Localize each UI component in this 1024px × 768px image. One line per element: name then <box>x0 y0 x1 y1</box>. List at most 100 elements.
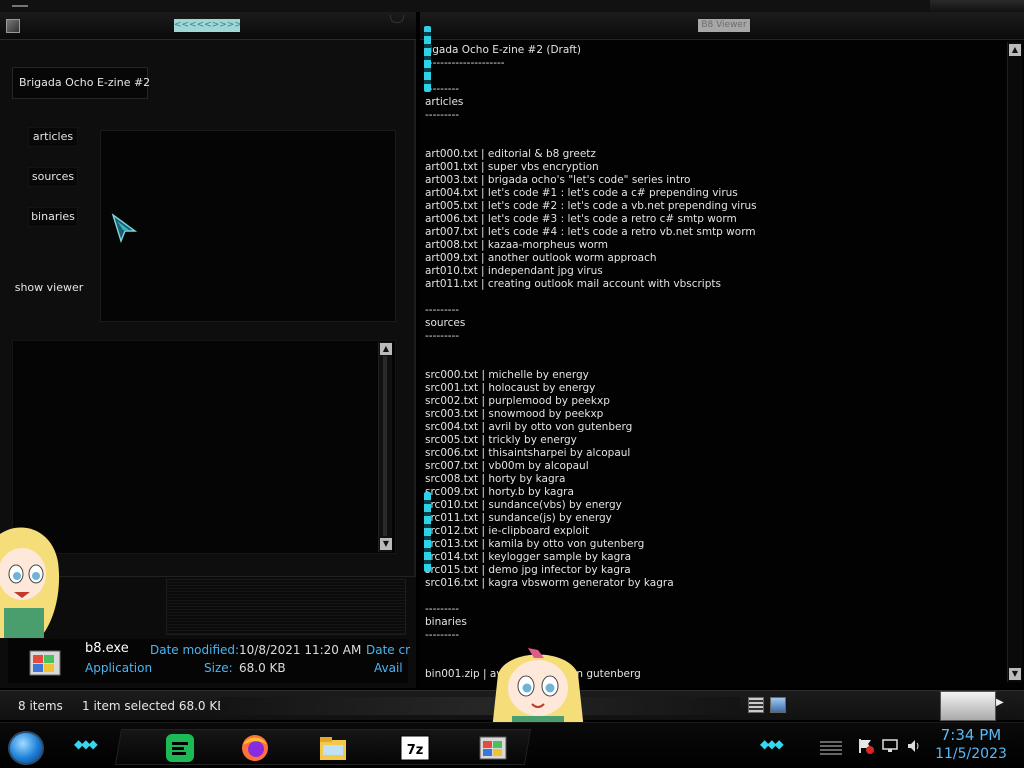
network-icon[interactable] <box>882 738 898 754</box>
firefox-icon[interactable] <box>240 733 270 763</box>
viewer-text-line: --------- <box>425 304 460 316</box>
viewer-text-line: --------- <box>425 330 460 342</box>
items-count: 8 items <box>18 699 63 713</box>
viewer-text-line <box>425 343 1007 356</box>
viewer-text-line: art007.txt | let's code #4 : let's code … <box>425 226 756 238</box>
date-created-label: Date cr <box>366 643 411 657</box>
viewer-scrollbar[interactable]: ▲ ▼ <box>1007 42 1022 682</box>
viewer-titlebar[interactable]: B8 Viewer <box>420 12 1024 40</box>
7zip-label: 7z <box>407 743 424 758</box>
tray-grip-icon <box>820 741 842 755</box>
viewer-text-line <box>425 70 1007 83</box>
preview-pane <box>100 130 396 322</box>
window-controls[interactable] <box>930 0 1024 12</box>
viewer-text-line <box>425 122 1007 135</box>
viewer-text-line: src015.txt | demo jpg infector by kagra <box>425 564 631 576</box>
viewer-text-line: --------- <box>425 603 460 615</box>
teal-accent <box>424 492 431 572</box>
star-butterfly-sticker-left <box>0 527 60 638</box>
size-value: 68.0 KB <box>239 661 286 675</box>
launcher-titlebar[interactable]: <<<<<>>>> <box>0 12 416 40</box>
clock-time[interactable]: 7:34 PM <box>930 726 1012 744</box>
action-center-flag-icon[interactable] <box>858 738 874 754</box>
viewer-text-line: art008.txt | kazaa-morpheus worm <box>425 239 608 251</box>
viewer-text-line: src012.txt | ie-clipboard exploit <box>425 525 589 537</box>
viewer-text-line: --------- <box>425 629 460 641</box>
viewer-text-line: sources <box>425 317 466 329</box>
selected-file-row[interactable]: b8.exe Application Date modified: 10/8/2… <box>8 639 411 683</box>
viewer-text-line: src000.txt | michelle by energy <box>425 369 589 381</box>
file-explorer-icon[interactable] <box>318 733 348 763</box>
viewer-text-line: src014.txt | keylogger sample by kagra <box>425 551 632 563</box>
e-zine-title: Brigada Ocho E-zine #2 <box>12 67 150 99</box>
clock-date[interactable]: 11/5/2023 <box>930 746 1012 762</box>
viewer-text-line: art003.txt | brigada ocho's "let's code"… <box>425 174 691 186</box>
viewer-text-area[interactable]: rigada Ocho E-zine #2 (Draft) -----------… <box>425 44 1007 682</box>
viewer-scroll-up-icon[interactable]: ▲ <box>1009 44 1021 56</box>
scroll-up-icon[interactable]: ▲ <box>380 343 392 355</box>
viewer-text-line: src001.txt | holocaust by energy <box>425 382 596 394</box>
viewer-text-line: src005.txt | trickly by energy <box>425 434 577 446</box>
viewer-text-line: binaries <box>425 616 467 628</box>
7zip-icon[interactable]: 7z <box>400 733 430 763</box>
output-pane[interactable] <box>12 340 396 554</box>
viewer-text-line: src004.txt | avril by otto von gutenberg <box>425 421 633 433</box>
taskbar-ornament: ◆◆◆ <box>760 737 784 751</box>
viewer-title: B8 Viewer <box>698 19 750 32</box>
details-view-icon[interactable] <box>748 697 764 713</box>
mouse-cursor-icon <box>111 213 138 243</box>
viewer-text-line: src008.txt | horty by kagra <box>425 473 566 485</box>
notes-app-icon[interactable] <box>165 733 195 763</box>
taskbar-ornament: ◆◆◆ <box>74 737 98 751</box>
nav-binaries-button[interactable]: binaries <box>28 207 78 227</box>
star-butterfly-sticker-center <box>492 648 584 730</box>
details-header-ornament <box>166 579 406 635</box>
viewer-text-line: articles <box>425 96 464 108</box>
date-modified-value: 10/8/2021 11:20 AM <box>239 643 362 657</box>
file-type: Application <box>85 661 153 675</box>
viewer-text-line: art005.txt | let's code #2 : let's code … <box>425 200 757 212</box>
nav-articles-button[interactable]: articles <box>28 127 78 147</box>
output-scrollbar[interactable]: ▲ ▼ <box>378 342 392 552</box>
viewer-scroll-down-icon[interactable]: ▼ <box>1009 668 1021 680</box>
desktop-top-frame <box>0 0 1024 12</box>
viewer-text-line: src011.txt | sundance(js) by energy <box>425 512 612 524</box>
viewer-text-line: --------- <box>425 109 460 121</box>
viewer-text-line: src009.txt | horty.b by kagra <box>425 486 574 498</box>
scroll-right-icon[interactable]: ▶ <box>996 697 1010 715</box>
titlebar-ornament-icon <box>390 15 404 23</box>
viewer-text-line: art011.txt | creating outlook mail accou… <box>425 278 721 290</box>
size-label: Size: <box>204 661 233 675</box>
viewer-text-line: src006.txt | thisaintsharpei by alcopaul <box>425 447 631 459</box>
nav-sources-button[interactable]: sources <box>28 167 78 187</box>
scroll-panel[interactable] <box>940 691 996 721</box>
selection-info: 1 item selected 68.0 KB <box>82 699 226 713</box>
large-icons-view-icon[interactable] <box>770 697 786 713</box>
viewer-text-line <box>425 590 1007 603</box>
volume-icon[interactable] <box>906 738 922 754</box>
scroll-down-icon[interactable]: ▼ <box>380 538 392 550</box>
viewer-text-line: --------------------- <box>425 57 505 69</box>
application-icon[interactable] <box>478 733 508 763</box>
window-app-icon[interactable] <box>6 19 20 33</box>
viewer-text-line: art000.txt | editorial & b8 greetz <box>425 148 596 160</box>
viewer-text-line: art006.txt | let's code #3 : let's code … <box>425 213 737 225</box>
viewer-text-line <box>425 356 1007 369</box>
viewer-text-line: art010.txt | independant jpg virus <box>425 265 603 277</box>
viewer-text-line: rigada Ocho E-zine #2 (Draft) <box>425 44 582 56</box>
viewer-text-line: src013.txt | kamila by otto von gutenber… <box>425 538 645 550</box>
show-viewer-button[interactable]: show viewer <box>12 278 86 298</box>
viewer-text-line <box>425 291 1007 304</box>
launcher-title: <<<<<>>>> <box>174 19 240 32</box>
viewer-text-line: src003.txt | snowmood by peekxp <box>425 408 604 420</box>
viewer-window: B8 Viewer rigada Ocho E-zine #2 (Draft) -… <box>420 12 1024 688</box>
scroll-thumb[interactable] <box>383 356 387 536</box>
viewer-text-line: art009.txt | another outlook worm approa… <box>425 252 657 264</box>
start-button[interactable] <box>8 731 44 765</box>
viewer-text-line: art001.txt | super vbs encryption <box>425 161 599 173</box>
viewer-text-line: src007.txt | vb00m by alcopaul <box>425 460 589 472</box>
availability-label: Avail <box>374 661 403 675</box>
exe-file-icon <box>29 650 61 676</box>
viewer-text-line: src010.txt | sundance(vbs) by energy <box>425 499 622 511</box>
minimize-icon[interactable] <box>12 5 28 7</box>
